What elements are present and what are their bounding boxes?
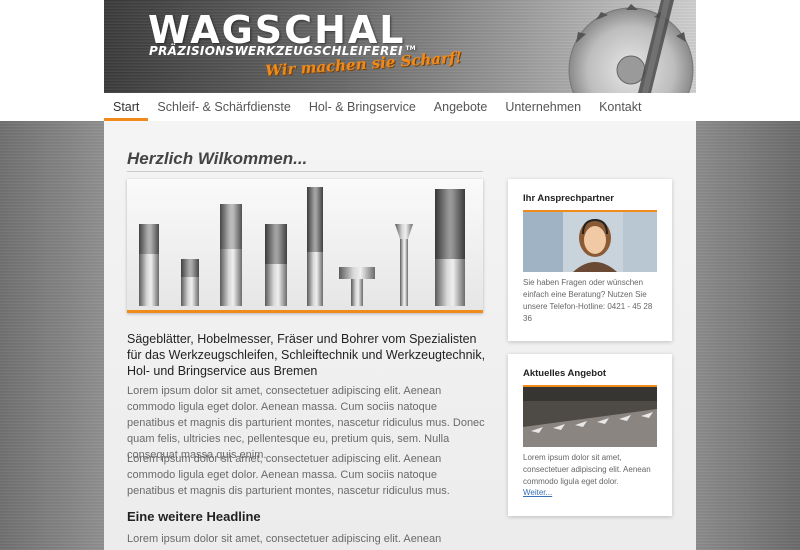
- contact-box-title: Ihr Ansprechpartner: [523, 193, 614, 204]
- nav-item-start[interactable]: Start: [104, 93, 149, 121]
- offer-box-text: Lorem ipsum dolor sit amet, consectetuer…: [523, 453, 651, 486]
- contact-box: Ihr Ansprechpartner Sie haben Fragen ode…: [508, 179, 672, 341]
- nav-item-schleif-schaerfdienste[interactable]: Schleif- & Schärfdienste: [148, 93, 299, 121]
- offer-more-link[interactable]: Weiter...: [523, 488, 657, 497]
- section-headline: Eine weitere Headline: [127, 509, 261, 524]
- tools-hero-image: [127, 179, 483, 313]
- main-navigation: Start Schleif- & Schärfdienste Hol- & Br…: [104, 93, 696, 121]
- title-divider: [127, 171, 483, 172]
- lead-text: Sägeblätter, Hobelmesser, Fräser und Boh…: [127, 332, 486, 378]
- offer-box-title: Aktuelles Angebot: [523, 368, 607, 379]
- contact-box-text: Sie haben Fragen oder wünschen einfach e…: [523, 278, 653, 323]
- cutting-tools-illustration: [139, 187, 465, 306]
- offer-box: Aktuelles Angebot Lorem ipsum dolor sit …: [508, 354, 672, 516]
- site-header: WAGSCHALTM PRÄZISIONSWERKZEUGSCHLEIFEREI…: [104, 0, 696, 93]
- intro-paragraph-2: Lorem ipsum dolor sit amet, consectetuer…: [127, 453, 450, 497]
- section-paragraph: Lorem ipsum dolor sit amet, consectetuer…: [127, 533, 442, 550]
- nav-item-hol-bringservice[interactable]: Hol- & Bringservice: [300, 93, 425, 121]
- page-title: Herzlich Wilkommen...: [127, 149, 308, 168]
- offer-saw-image: [523, 387, 657, 447]
- content-area: Herzlich Wilkommen... Sägeblätter, Hobel…: [104, 121, 696, 550]
- saw-blade-image: [568, 0, 694, 93]
- nav-item-kontakt[interactable]: Kontakt: [590, 93, 650, 121]
- contact-person-image: [523, 212, 657, 272]
- nav-item-unternehmen[interactable]: Unternehmen: [496, 93, 590, 121]
- nav-item-angebote[interactable]: Angebote: [425, 93, 497, 121]
